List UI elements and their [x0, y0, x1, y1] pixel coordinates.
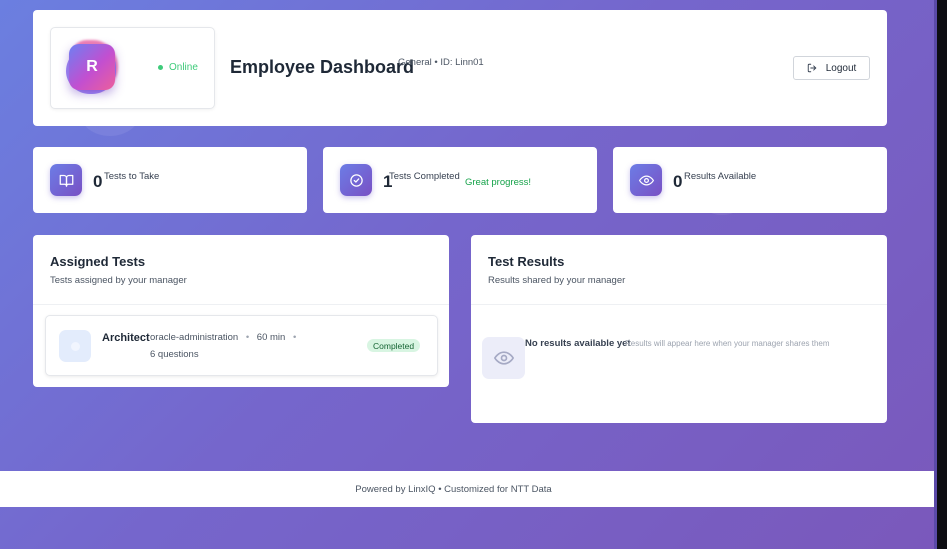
user-meta: General • ID: Linn01 — [398, 57, 484, 68]
dashboard-header: R Online Employee Dashboard General • ID… — [33, 10, 887, 126]
test-name: Architect — [102, 332, 150, 344]
window-edge — [937, 0, 947, 549]
stat-label: Tests Completed — [389, 171, 460, 182]
avatar-container: R — [66, 40, 120, 94]
stat-label: Results Available — [684, 171, 757, 182]
stat-value: 0 — [93, 172, 103, 191]
status-badge: Completed — [367, 339, 421, 352]
panel-title: Test Results — [488, 254, 565, 269]
panel-title: Assigned Tests — [50, 254, 146, 269]
test-meta: oracle-administration • 60 min • — [150, 332, 301, 343]
eye-icon — [630, 164, 662, 196]
check-circle-icon — [340, 164, 372, 196]
divider — [471, 304, 887, 305]
footer: Powered by LinxIQ • Customized for NTT D… — [0, 471, 937, 507]
test-icon-dot — [70, 341, 80, 351]
assigned-tests-panel: Assigned Tests Tests assigned by your ma… — [33, 235, 449, 387]
profile-card: R Online — [50, 27, 215, 109]
logout-icon — [807, 63, 816, 73]
empty-state-subtitle: Results will appear here when your manag… — [625, 339, 830, 348]
test-results-panel: Test Results Results shared by your mana… — [471, 235, 887, 423]
test-icon — [59, 330, 91, 362]
footer-text: Powered by LinxIQ • Customized for NTT D… — [355, 483, 552, 495]
avatar[interactable]: R — [69, 44, 115, 90]
separator-dot: • — [292, 332, 297, 343]
stat-card-results-available: 0 Results Available — [613, 147, 887, 213]
logout-button[interactable]: Logout — [793, 56, 870, 80]
logout-label: Logout — [825, 62, 857, 74]
list-item[interactable]: Architect oracle-administration • 60 min… — [45, 315, 438, 376]
test-questions: 6 questions — [150, 349, 199, 360]
empty-state-title: No results available yet — [525, 338, 631, 349]
panel-subtitle: Results shared by your manager — [488, 275, 626, 286]
divider — [33, 304, 449, 305]
online-status-label: Online — [169, 62, 198, 73]
page-title: Employee Dashboard — [230, 57, 415, 77]
panel-subtitle: Tests assigned by your manager — [50, 275, 187, 286]
eye-icon — [482, 337, 525, 379]
stat-card-tests-to-take: 0 Tests to Take — [33, 147, 307, 213]
test-duration: 60 min — [256, 332, 286, 343]
separator-dot: • — [245, 332, 250, 343]
progress-message: Great progress! — [465, 177, 531, 188]
test-category: oracle-administration — [150, 332, 239, 343]
status-dot-icon — [158, 65, 163, 70]
stat-label: Tests to Take — [104, 171, 160, 182]
stat-card-tests-completed: 1 Tests Completed Great progress! — [323, 147, 597, 213]
stat-value: 0 — [673, 172, 683, 191]
online-status: Online — [158, 62, 198, 73]
book-open-icon — [50, 164, 82, 196]
